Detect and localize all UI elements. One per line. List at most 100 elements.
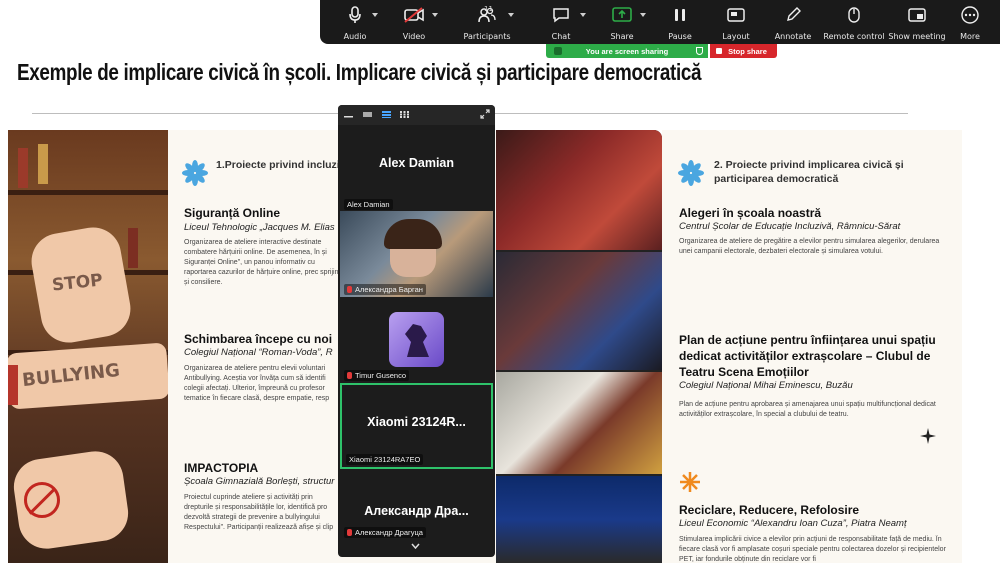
strip-view-icon[interactable] [382, 111, 391, 118]
flower-icon [678, 160, 704, 186]
item-title: Schimbarea începe cu noi [184, 332, 333, 346]
more-icon [961, 6, 979, 24]
video-gallery-panel: Alex Damian Alex Damian Александра Барга… [338, 105, 495, 557]
participant-name-tag: Александр Драгуца [344, 527, 426, 538]
item-subtitle: Școala Gimnazială Borlești, structur [184, 476, 335, 487]
chevron-down-icon[interactable] [372, 13, 378, 17]
photo-stage [496, 476, 662, 563]
layout-button[interactable]: Layout [708, 0, 764, 44]
participant-display-name: Alex Damian [378, 156, 455, 170]
participant-video-hair [384, 219, 442, 249]
chat-button[interactable]: Chat [530, 0, 592, 44]
item-title: Siguranță Online [184, 206, 281, 220]
chevron-down-icon[interactable] [640, 13, 646, 17]
item-text: Organizarea de ateliere pentru elevii vo… [184, 365, 330, 402]
annotate-label: Annotate [774, 32, 812, 41]
layout-label: Layout [722, 32, 750, 41]
pause-label: Pause [668, 32, 692, 41]
remote-control-label: Remote control [823, 32, 885, 41]
item-subtitle: Liceul Economic “Alexandru Ioan Cuza”, P… [679, 518, 907, 529]
stop-share-label: Stop share [728, 46, 767, 56]
participant-label: Alex Damian [347, 200, 390, 209]
participant-tile[interactable]: Alex Damian Alex Damian [340, 126, 493, 212]
video-label: Video [402, 32, 426, 41]
meeting-toolbar: Audio Video 11 Participants Chat Share P… [320, 0, 1000, 44]
participants-count: 11 [484, 5, 493, 13]
pause-icon [675, 9, 685, 21]
stop-icon [716, 48, 722, 54]
stop-share-button[interactable]: Stop share [710, 44, 777, 58]
show-meeting-icon [908, 8, 926, 22]
item-title: Plan de acțiune pentru înființarea unui … [679, 333, 936, 379]
gallery-view-icon[interactable] [400, 111, 409, 118]
participant-label: Xiaomi 23124RA7EO [349, 455, 421, 464]
participant-name-tag: Александра Барган [344, 284, 426, 295]
participant-display-name: Александр Дра... [364, 504, 469, 518]
share-label: Share [610, 32, 634, 41]
chevron-down-icon[interactable] [432, 13, 438, 17]
item-text: Proiectul cuprinde ateliere și activităț… [184, 494, 334, 531]
item-text: Organizarea de ateliere de pregătire a e… [679, 238, 940, 255]
item-title: IMPACTOPIA [184, 461, 259, 475]
show-meeting-button[interactable]: Show meeting [886, 0, 948, 44]
expand-icon[interactable] [480, 109, 490, 119]
participants-button[interactable]: 11 Participants [444, 0, 530, 44]
more-label: More [960, 32, 980, 41]
participant-tile[interactable]: Александр Дра... Александр Драгуца [340, 470, 493, 540]
book [18, 148, 28, 188]
participants-label: Participants [463, 32, 511, 41]
horse-avatar-icon [405, 324, 429, 357]
participant-tile-active[interactable]: Xiaomi 23124R... Xiaomi 23124RA7EO [340, 383, 493, 469]
chat-icon [553, 8, 569, 23]
scroll-down-icon[interactable] [411, 543, 420, 549]
participant-label: Александр Драгуца [355, 528, 423, 537]
share-button[interactable]: Share [592, 0, 652, 44]
section1-heading: 1.Proiecte privind incluziun diversitate… [216, 159, 342, 171]
item-subtitle: Colegiul Național Mihai Eminescu, Buzău [679, 380, 853, 391]
photo-voting [496, 372, 662, 474]
layout-icon [727, 8, 745, 22]
section2-panel: 2. Proiecte privind implicarea civică și… [662, 130, 962, 563]
pause-button[interactable]: Pause [652, 0, 708, 44]
audio-button[interactable]: Audio [326, 0, 384, 44]
screen-sharing-banner: You are screen sharing [546, 44, 708, 58]
remote-control-button[interactable]: Remote control [822, 0, 886, 44]
participant-display-name: Xiaomi 23124R... [367, 415, 466, 429]
video-panel-header [338, 105, 495, 125]
sharing-status-icon [554, 47, 562, 55]
annotate-button[interactable]: Annotate [764, 0, 822, 44]
left-photo-stop-bullying: STOP BULLYING [8, 130, 168, 563]
speaker-view-icon[interactable] [363, 111, 372, 118]
section2-heading: 2. Proiecte privind implicarea civică și… [714, 159, 904, 185]
chat-label: Chat [551, 32, 571, 41]
item-title: Alegeri în școala noastră [679, 206, 822, 220]
participant-name-tag: Timur Gusenco [344, 370, 409, 381]
participant-name-tag: Xiaomi 23124RA7EO [346, 454, 424, 465]
microphone-icon [349, 6, 361, 23]
item-subtitle: Liceul Tehnologic „Jacques M. Elias [184, 222, 335, 233]
mic-muted-icon [347, 286, 352, 293]
item-subtitle: Colegiul Național “Roman-Voda”, R [184, 347, 333, 358]
participant-tile[interactable]: Timur Gusenco [340, 297, 493, 383]
more-button[interactable]: More [948, 0, 992, 44]
minimize-icon[interactable] [344, 111, 353, 118]
mic-muted-icon [347, 372, 352, 379]
participant-label: Александра Барган [355, 285, 423, 294]
photo-students-reading [496, 130, 662, 250]
participant-tile[interactable]: Александра Барган [340, 211, 493, 297]
show-meeting-label: Show meeting [888, 32, 946, 41]
book [128, 228, 138, 268]
sun-icon [680, 472, 700, 492]
video-off-icon [404, 7, 424, 23]
sparkle-icon [920, 428, 936, 444]
photo-column [496, 130, 662, 563]
audio-label: Audio [343, 32, 367, 41]
chevron-down-icon[interactable] [508, 13, 514, 17]
bracelet [8, 365, 18, 405]
shield-icon [696, 47, 703, 55]
video-button[interactable]: Video [384, 0, 444, 44]
chevron-down-icon[interactable] [580, 13, 586, 17]
book [38, 144, 48, 184]
participant-label: Timur Gusenco [355, 371, 406, 380]
item-subtitle: Centrul Școlar de Educație Incluzivă, Râ… [679, 221, 901, 232]
